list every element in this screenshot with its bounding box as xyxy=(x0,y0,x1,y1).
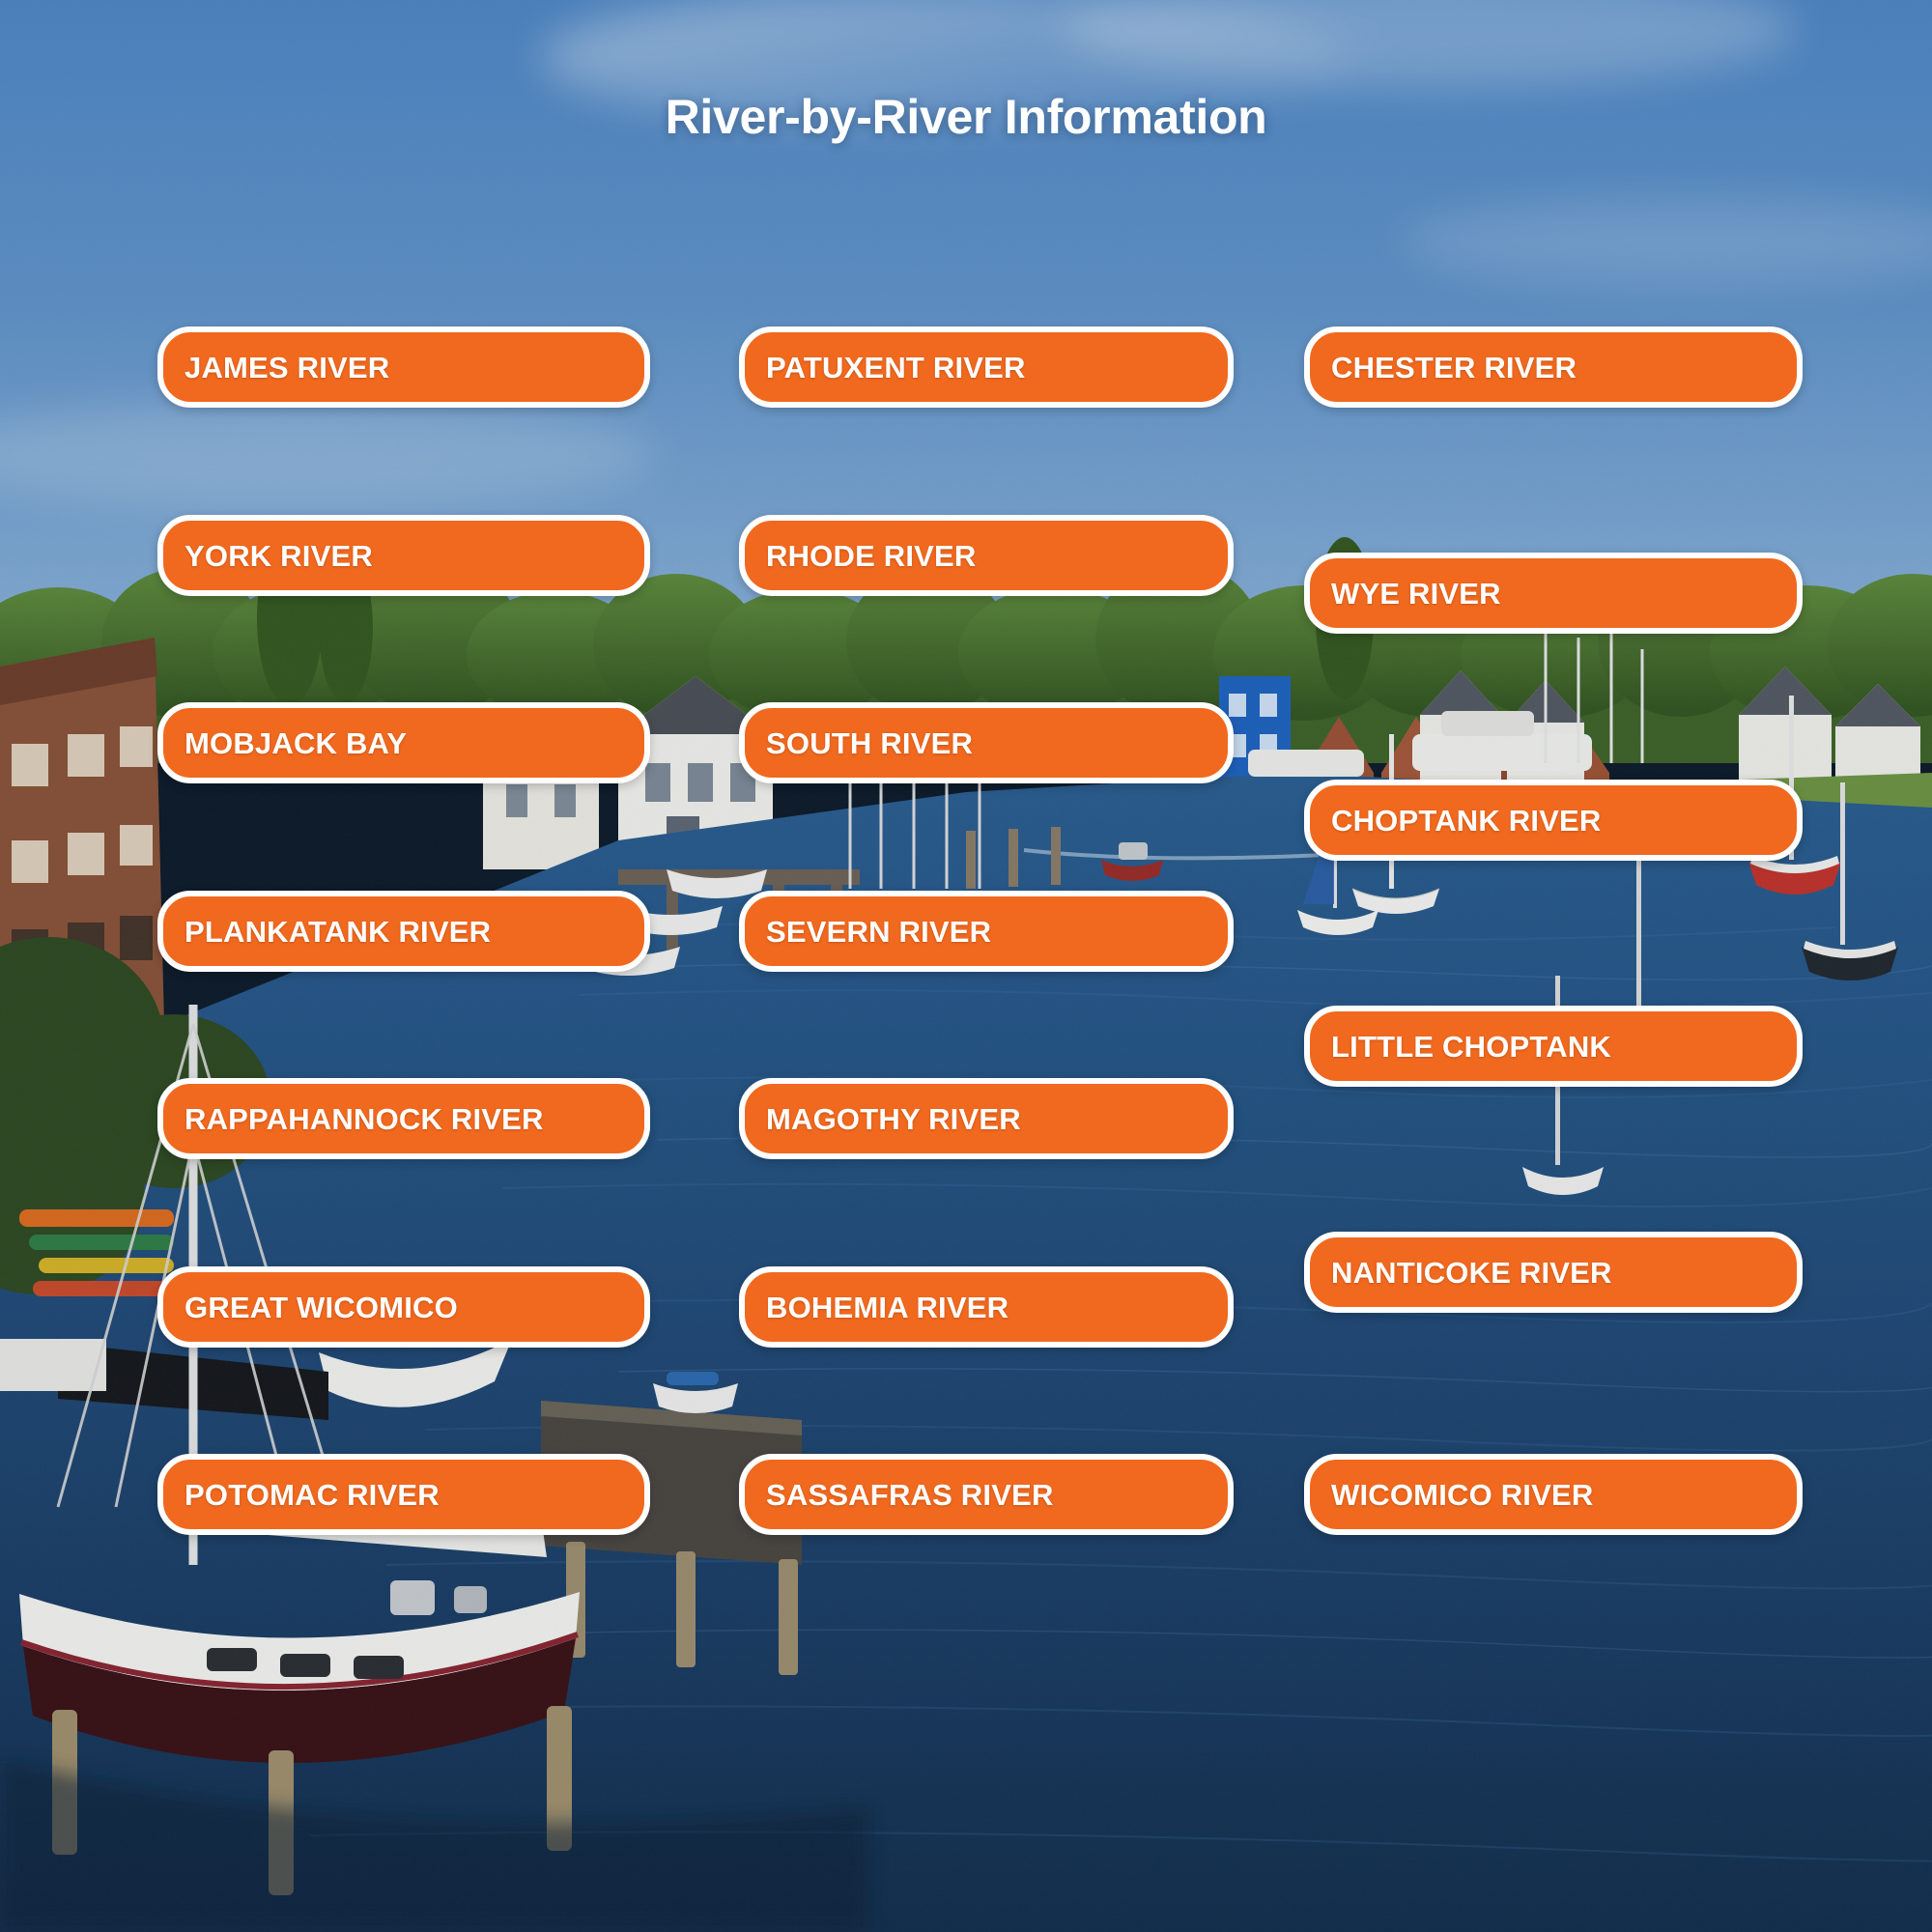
river-button-label: YORK RIVER xyxy=(185,538,373,573)
river-button-little-choptank[interactable]: LITTLE CHOPTANK xyxy=(1304,1006,1803,1087)
river-button-label: PLANKATANK RIVER xyxy=(185,914,492,949)
river-button-label: CHOPTANK RIVER xyxy=(1331,803,1602,838)
river-button-label: WICOMICO RIVER xyxy=(1331,1477,1594,1512)
river-button-severn-river[interactable]: SEVERN RIVER xyxy=(739,891,1234,972)
river-button-rhode-river[interactable]: RHODE RIVER xyxy=(739,515,1234,596)
river-button-label: RHODE RIVER xyxy=(766,538,977,573)
river-button-label: PATUXENT RIVER xyxy=(766,350,1026,384)
river-button-label: SOUTH RIVER xyxy=(766,725,974,760)
river-button-label: WYE RIVER xyxy=(1331,576,1501,611)
river-button-york-river[interactable]: YORK RIVER xyxy=(157,515,650,596)
river-button-james-river[interactable]: JAMES RIVER xyxy=(157,327,650,408)
river-button-label: SEVERN RIVER xyxy=(766,914,992,949)
river-button-label: JAMES RIVER xyxy=(185,350,390,384)
river-button-label: CHESTER RIVER xyxy=(1331,350,1577,384)
river-button-label: LITTLE CHOPTANK xyxy=(1331,1029,1612,1064)
river-button-sassafras-river[interactable]: SASSAFRAS RIVER xyxy=(739,1454,1234,1535)
river-button-wye-river[interactable]: WYE RIVER xyxy=(1304,553,1803,634)
river-button-label: MAGOTHY RIVER xyxy=(766,1101,1021,1136)
river-button-label: RAPPAHANNOCK RIVER xyxy=(185,1101,544,1136)
river-button-label: NANTICOKE RIVER xyxy=(1331,1255,1612,1290)
river-button-patuxent-river[interactable]: PATUXENT RIVER xyxy=(739,327,1234,408)
river-button-wicomico-river[interactable]: WICOMICO RIVER xyxy=(1304,1454,1803,1535)
river-button-south-river[interactable]: SOUTH RIVER xyxy=(739,702,1234,783)
river-button-bohemia-river[interactable]: BOHEMIA RIVER xyxy=(739,1266,1234,1348)
river-button-nanticoke-river[interactable]: NANTICOKE RIVER xyxy=(1304,1232,1803,1313)
river-button-plankatank-river[interactable]: PLANKATANK RIVER xyxy=(157,891,650,972)
river-button-chester-river[interactable]: CHESTER RIVER xyxy=(1304,327,1803,408)
river-button-great-wicomico[interactable]: GREAT WICOMICO xyxy=(157,1266,650,1348)
river-button-choptank-river[interactable]: CHOPTANK RIVER xyxy=(1304,780,1803,861)
river-button-rappahannock-river[interactable]: RAPPAHANNOCK RIVER xyxy=(157,1078,650,1159)
river-button-magothy-river[interactable]: MAGOTHY RIVER xyxy=(739,1078,1234,1159)
river-button-label: GREAT WICOMICO xyxy=(185,1290,458,1324)
river-information-page: River-by-River Information JAMES RIVER Y… xyxy=(0,0,1932,1932)
river-button-label: POTOMAC RIVER xyxy=(185,1477,440,1512)
river-button-mobjack-bay[interactable]: MOBJACK BAY xyxy=(157,702,650,783)
river-button-label: SASSAFRAS RIVER xyxy=(766,1477,1054,1512)
river-button-label: BOHEMIA RIVER xyxy=(766,1290,1009,1324)
river-button-label: MOBJACK BAY xyxy=(185,725,408,760)
river-button-potomac-river[interactable]: POTOMAC RIVER xyxy=(157,1454,650,1535)
